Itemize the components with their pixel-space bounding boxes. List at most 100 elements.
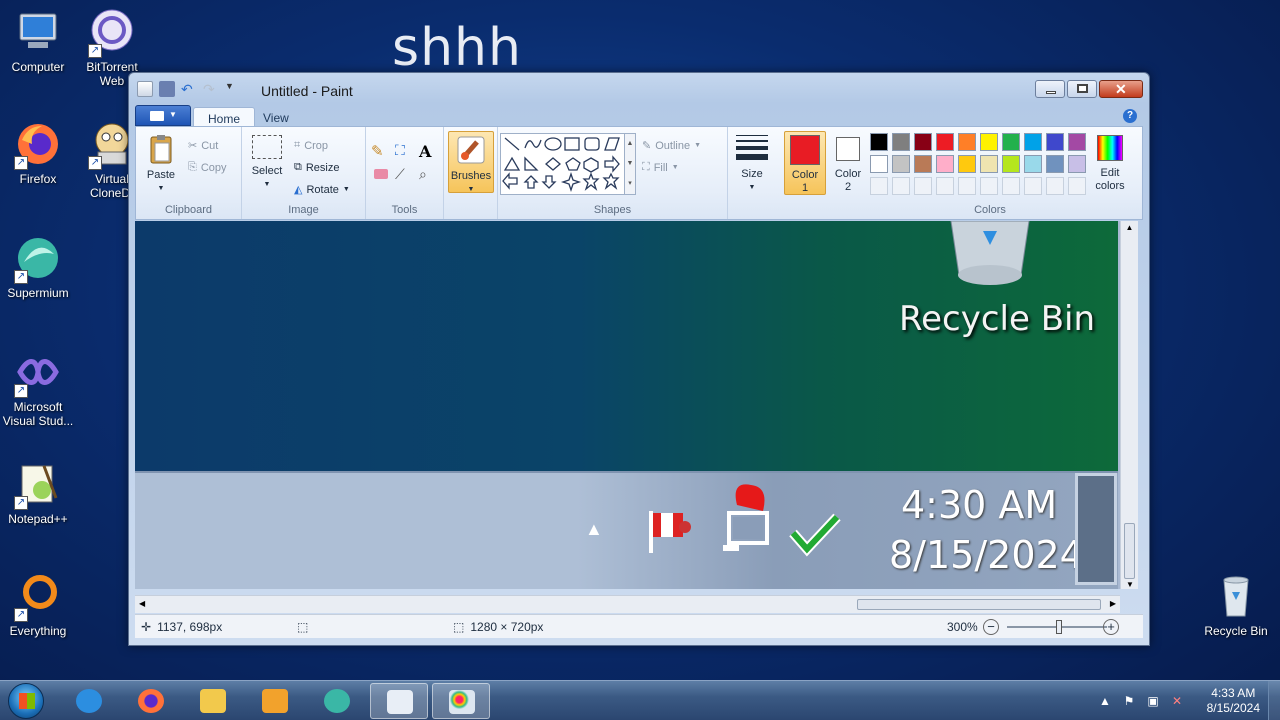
zoom-in-button[interactable]: + bbox=[1103, 619, 1119, 635]
palette-swatch[interactable] bbox=[1002, 155, 1020, 173]
taskbar-clock[interactable]: 4:33 AM 8/15/2024 bbox=[1207, 686, 1260, 716]
redo-icon[interactable]: ↷ bbox=[203, 81, 219, 97]
palette-swatch[interactable] bbox=[1068, 155, 1086, 173]
palette-empty-swatch[interactable] bbox=[958, 177, 976, 195]
zoom-slider-thumb[interactable] bbox=[1056, 620, 1062, 634]
palette-swatch[interactable] bbox=[870, 155, 888, 173]
palette-swatch[interactable] bbox=[980, 133, 998, 151]
volume-muted-icon[interactable]: ✕ bbox=[1170, 694, 1184, 708]
palette-swatch[interactable] bbox=[914, 133, 932, 151]
horizontal-scrollbar[interactable]: ◀ ▶ bbox=[135, 595, 1120, 613]
desktop-icon-visual-studio[interactable]: ↗ Microsoft Visual Stud... bbox=[0, 348, 76, 428]
paint-menu-button[interactable]: ▼ bbox=[135, 105, 191, 126]
save-icon[interactable] bbox=[159, 81, 175, 97]
desktop-icon-everything[interactable]: ↗ Everything bbox=[0, 572, 76, 638]
color-picker-tool[interactable]: ⟋ bbox=[394, 165, 414, 185]
pencil-tool[interactable]: ✎ bbox=[370, 141, 390, 161]
select-button[interactable]: Select ▼ bbox=[248, 133, 286, 191]
resize-button[interactable]: ⧉ Resize bbox=[294, 161, 339, 174]
edit-colors-button[interactable]: Edit colors bbox=[1090, 133, 1130, 193]
scroll-down-icon[interactable]: ▼ bbox=[1121, 580, 1138, 589]
taskbar-supermium[interactable] bbox=[308, 683, 366, 719]
palette-swatch[interactable] bbox=[1024, 155, 1042, 173]
palette-swatch[interactable] bbox=[980, 155, 998, 173]
palette-swatch[interactable] bbox=[1046, 133, 1064, 151]
scroll-up-icon[interactable]: ▲ bbox=[1121, 223, 1138, 232]
shapes-gallery[interactable] bbox=[500, 133, 634, 195]
clock-time: 4:33 AM bbox=[1211, 686, 1256, 700]
network-icon[interactable]: ▣ bbox=[1146, 694, 1160, 708]
palette-empty-swatch[interactable] bbox=[1024, 177, 1042, 195]
copy-button[interactable]: ⎘ Copy bbox=[188, 161, 227, 174]
customize-qat-chevron-icon[interactable]: ▼ bbox=[225, 81, 235, 97]
palette-empty-swatch[interactable] bbox=[914, 177, 932, 195]
undo-icon[interactable]: ↶ bbox=[181, 81, 197, 97]
palette-swatch[interactable] bbox=[892, 133, 910, 151]
start-button[interactable] bbox=[8, 683, 44, 719]
taskbar-ie[interactable] bbox=[60, 683, 118, 719]
palette-swatch[interactable] bbox=[892, 155, 910, 173]
group-label: Tools bbox=[391, 204, 418, 216]
tab-home[interactable]: Home bbox=[193, 107, 256, 127]
taskbar-paint[interactable] bbox=[432, 683, 490, 719]
palette-swatch[interactable] bbox=[1024, 133, 1042, 151]
paint-app-icon[interactable] bbox=[137, 81, 153, 97]
palette-swatch[interactable] bbox=[1002, 133, 1020, 151]
palette-empty-swatch[interactable] bbox=[980, 177, 998, 195]
close-button[interactable]: ✕ bbox=[1099, 80, 1143, 98]
tab-view[interactable]: View bbox=[249, 107, 303, 127]
paste-button[interactable]: Paste ▼ bbox=[142, 133, 180, 195]
action-center-flag-icon[interactable]: ⚑ bbox=[1122, 694, 1136, 708]
desktop-icon-firefox[interactable]: ↗ Firefox bbox=[0, 120, 76, 186]
color2-button[interactable]: Color 2 bbox=[828, 131, 868, 194]
palette-empty-swatch[interactable] bbox=[936, 177, 954, 195]
palette-empty-swatch[interactable] bbox=[1068, 177, 1086, 195]
zoom-slider[interactable] bbox=[1007, 620, 1107, 634]
vertical-scrollbar[interactable]: ▲ ▼ bbox=[1120, 221, 1138, 589]
fill-button[interactable]: ⛶ Fill ▼ bbox=[642, 161, 679, 174]
show-hidden-icons-icon[interactable]: ▲ bbox=[1098, 694, 1112, 708]
fill-tool[interactable]: ⛶ bbox=[394, 141, 414, 161]
zoom-out-button[interactable]: − bbox=[983, 619, 999, 635]
desktop-icon-notepadpp[interactable]: ↗ Notepad++ bbox=[0, 460, 76, 526]
help-icon[interactable]: ? bbox=[1123, 109, 1137, 123]
cut-button[interactable]: ✂ Cut bbox=[188, 139, 218, 153]
size-button[interactable]: Size ▼ bbox=[734, 133, 770, 194]
eraser-tool[interactable] bbox=[370, 165, 390, 185]
palette-empty-swatch[interactable] bbox=[870, 177, 888, 195]
drawing-canvas[interactable]: Recycle Bin ▲ 4:30 AM 8/15/2024 bbox=[135, 221, 1118, 589]
palette-empty-swatch[interactable] bbox=[1046, 177, 1064, 195]
taskbar-firefox[interactable] bbox=[122, 683, 180, 719]
rotate-button[interactable]: ◭ Rotate ▼ bbox=[294, 183, 350, 197]
desktop-icon-supermium[interactable]: ↗ Supermium bbox=[0, 234, 76, 300]
magnifier-tool[interactable]: ⌕ bbox=[418, 165, 438, 185]
palette-swatch[interactable] bbox=[914, 155, 932, 173]
text-tool[interactable]: A bbox=[418, 141, 438, 161]
palette-swatch[interactable] bbox=[936, 133, 954, 151]
palette-swatch[interactable] bbox=[958, 155, 976, 173]
show-desktop-button[interactable] bbox=[1268, 681, 1280, 720]
taskbar-explorer[interactable] bbox=[184, 683, 242, 719]
palette-swatch[interactable] bbox=[936, 155, 954, 173]
color1-button[interactable]: Color 1 bbox=[784, 131, 826, 195]
palette-swatch[interactable] bbox=[1046, 155, 1064, 173]
horizontal-scroll-thumb[interactable] bbox=[857, 599, 1101, 610]
desktop-icon-computer[interactable]: Computer bbox=[0, 8, 76, 74]
maximize-button[interactable] bbox=[1067, 80, 1097, 98]
palette-empty-swatch[interactable] bbox=[1002, 177, 1020, 195]
desktop-icon-recycle-bin[interactable]: Recycle Bin bbox=[1198, 572, 1274, 638]
crop-button[interactable]: ⌗ Crop bbox=[294, 139, 328, 152]
vertical-scroll-thumb[interactable] bbox=[1124, 523, 1135, 579]
palette-swatch[interactable] bbox=[958, 133, 976, 151]
outline-button[interactable]: ✎ Outline ▼ bbox=[642, 139, 701, 153]
palette-swatch[interactable] bbox=[870, 133, 888, 151]
brushes-button[interactable]: Brushes ▼ bbox=[448, 131, 494, 193]
shapes-scroll[interactable]: ▲ ▼ ▾ bbox=[624, 133, 636, 195]
scroll-left-icon[interactable]: ◀ bbox=[139, 599, 145, 608]
taskbar-snipping-tool[interactable] bbox=[370, 683, 428, 719]
taskbar-media-player[interactable] bbox=[246, 683, 304, 719]
minimize-button[interactable] bbox=[1035, 80, 1065, 98]
palette-empty-swatch[interactable] bbox=[892, 177, 910, 195]
palette-swatch[interactable] bbox=[1068, 133, 1086, 151]
scroll-right-icon[interactable]: ▶ bbox=[1110, 599, 1116, 608]
